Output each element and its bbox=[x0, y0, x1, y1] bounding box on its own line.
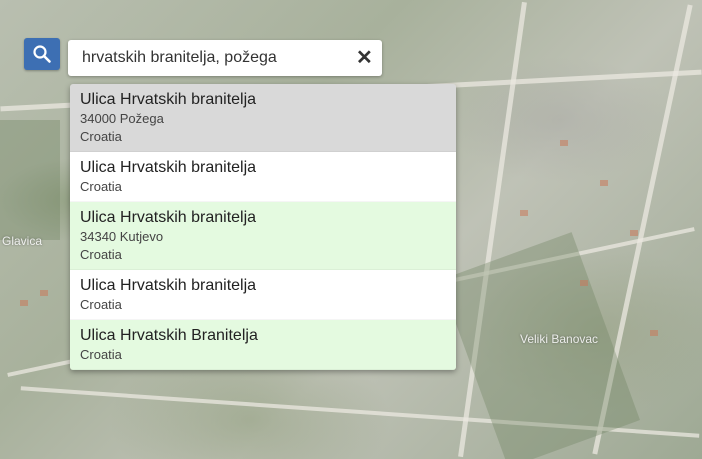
map-building bbox=[600, 180, 608, 186]
search-input[interactable] bbox=[82, 49, 352, 67]
map-building bbox=[520, 210, 528, 216]
clear-search-button[interactable]: ✕ bbox=[356, 48, 373, 68]
search-results-dropdown: Ulica Hrvatskih branitelja 34000 Požega … bbox=[70, 84, 456, 370]
result-country: Croatia bbox=[80, 297, 122, 312]
map-place-label: Veliki Banovac bbox=[520, 332, 599, 346]
result-postal-city: 34000 Požega bbox=[80, 111, 164, 126]
result-title: Ulica Hrvatskih Branitelja bbox=[80, 327, 258, 344]
result-title: Ulica Hrvatskih branitelja bbox=[80, 91, 257, 108]
search-box: ✕ bbox=[68, 40, 382, 76]
result-postal-city: 34340 Kutjevo bbox=[80, 229, 164, 244]
map-field bbox=[0, 120, 60, 240]
result-country: Croatia bbox=[80, 129, 122, 144]
result-item[interactable]: Ulica Hrvatskih Branitelja Croatia bbox=[70, 320, 456, 370]
map-building bbox=[20, 300, 28, 306]
search-icon bbox=[33, 45, 51, 63]
map-place-label: Glavica bbox=[2, 234, 43, 248]
result-title: Ulica Hrvatskih branitelja bbox=[80, 209, 257, 226]
result-title: Ulica Hrvatskih branitelja bbox=[80, 159, 257, 176]
map-building bbox=[630, 230, 638, 236]
result-country: Croatia bbox=[80, 179, 122, 194]
result-country: Croatia bbox=[80, 347, 122, 362]
result-item[interactable]: Ulica Hrvatskih branitelja Croatia bbox=[70, 270, 456, 320]
result-item[interactable]: Ulica Hrvatskih branitelja Croatia bbox=[70, 152, 456, 202]
search-button[interactable] bbox=[24, 38, 60, 70]
result-item[interactable]: Ulica Hrvatskih branitelja 34340 Kutjevo… bbox=[70, 202, 456, 270]
satellite-map[interactable]: Glavica Veliki Banovac ✕ Ulica Hrvatskih… bbox=[0, 0, 702, 459]
map-building bbox=[560, 140, 568, 146]
map-building bbox=[650, 330, 658, 336]
map-building bbox=[580, 280, 588, 286]
map-building bbox=[40, 290, 48, 296]
result-country: Croatia bbox=[80, 247, 122, 262]
result-title: Ulica Hrvatskih branitelja bbox=[80, 277, 257, 294]
result-item[interactable]: Ulica Hrvatskih branitelja 34000 Požega … bbox=[70, 84, 456, 152]
